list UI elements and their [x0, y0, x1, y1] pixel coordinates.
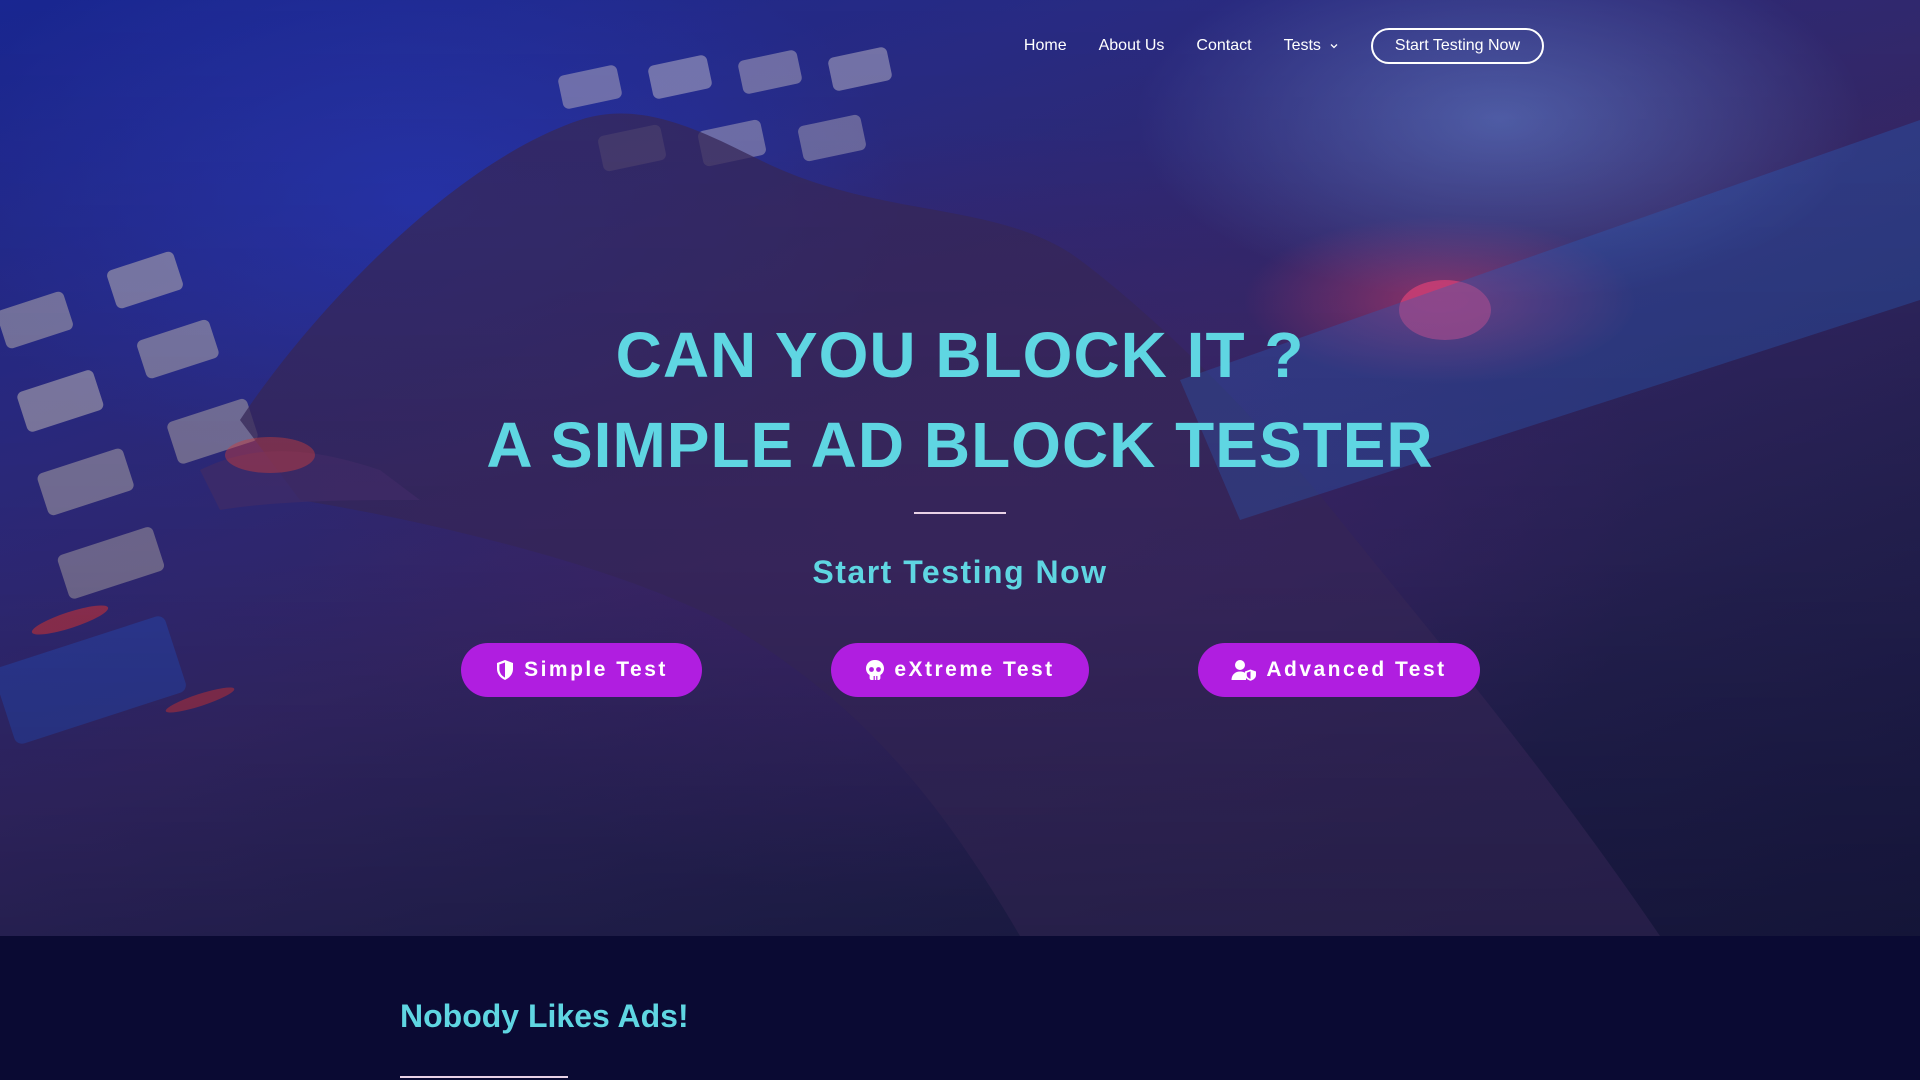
hero-section: Home About Us Contact Tests Start Testin… [0, 0, 1920, 936]
skull-icon [866, 660, 885, 680]
section-divider [400, 1076, 568, 1078]
nav-tests-dropdown[interactable]: Tests [1284, 37, 1339, 55]
extreme-test-button[interactable]: eXtreme Test [831, 643, 1089, 697]
simple-test-label: Simple Test [524, 658, 668, 681]
shield-icon [497, 660, 514, 680]
user-shield-icon [1231, 660, 1257, 681]
start-testing-now-button[interactable]: Start Testing Now [1370, 28, 1544, 64]
simple-test-button[interactable]: Simple Test [461, 643, 702, 697]
hero-divider [914, 512, 1006, 514]
hero-title-line-1: CAN YOU BLOCK IT ? [615, 319, 1305, 391]
chevron-down-icon [1330, 44, 1338, 49]
hero-title-line-2: A SIMPLE AD BLOCK TESTER [486, 409, 1434, 481]
advanced-test-label: Advanced Test [1266, 658, 1447, 681]
nav-about-us[interactable]: About Us [1099, 37, 1165, 55]
nav-contact[interactable]: Contact [1196, 37, 1251, 55]
nav-tests-label: Tests [1283, 37, 1321, 54]
nav-home[interactable]: Home [1024, 37, 1067, 55]
extreme-test-label: eXtreme Test [894, 658, 1055, 681]
nobody-likes-ads-section: Nobody Likes Ads! [0, 936, 1920, 1080]
main-nav: Home About Us Contact Tests Start Testin… [1024, 28, 1544, 64]
hero-subtitle: Start Testing Now [812, 554, 1108, 590]
advanced-test-button[interactable]: Advanced Test [1198, 643, 1480, 697]
section-title: Nobody Likes Ads! [400, 998, 689, 1034]
